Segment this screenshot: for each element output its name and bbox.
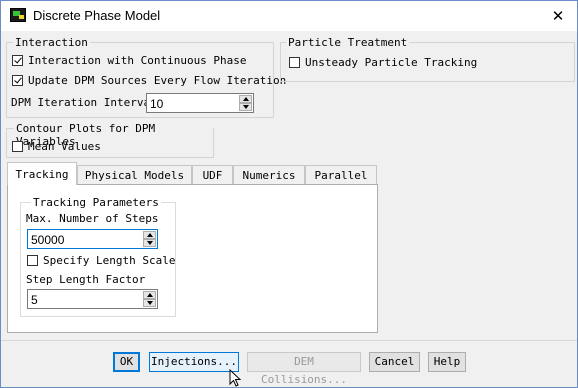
- max-steps-input[interactable]: 50000: [27, 229, 158, 249]
- max-steps-label: Max. Number of Steps: [26, 212, 159, 225]
- button-bar-separator: [1, 340, 577, 341]
- checkbox-label: Update DPM Sources Every Flow Iteration: [28, 74, 287, 87]
- particle-treatment-group-title: Particle Treatment: [286, 36, 410, 49]
- checkbox-label: Mean Values: [28, 140, 101, 153]
- checkbox-box[interactable]: [12, 141, 23, 152]
- window-title: Discrete Phase Model: [33, 8, 161, 23]
- tracking-tab-panel: Tracking Parameters Max. Number of Steps…: [7, 184, 378, 333]
- tab-udf[interactable]: UDF: [192, 165, 233, 184]
- dpm-iteration-interval-label: DPM Iteration Interval: [11, 96, 157, 109]
- spin-value: 5: [31, 293, 38, 307]
- cancel-button[interactable]: Cancel: [369, 352, 420, 372]
- unsteady-particle-tracking-checkbox[interactable]: Unsteady Particle Tracking: [289, 56, 477, 69]
- interaction-group-title: Interaction: [13, 36, 90, 49]
- checkbox-label: Interaction with Continuous Phase: [28, 54, 247, 67]
- injections-button[interactable]: Injections...: [149, 352, 239, 372]
- spin-up-icon[interactable]: [239, 95, 252, 103]
- spin-up-icon[interactable]: [143, 231, 156, 239]
- step-length-factor-input[interactable]: 5: [27, 289, 158, 309]
- checkbox-box[interactable]: [12, 75, 23, 86]
- fluent-app-icon: [10, 8, 26, 22]
- step-length-factor-label: Step Length Factor: [26, 273, 146, 286]
- mouse-pointer-icon: [229, 369, 242, 387]
- dpm-iteration-interval-input[interactable]: 10: [146, 93, 254, 113]
- update-dpm-sources-checkbox[interactable]: Update DPM Sources Every Flow Iteration: [12, 74, 286, 87]
- checkbox-box[interactable]: [289, 57, 300, 68]
- help-button[interactable]: Help: [428, 352, 466, 372]
- tab-parallel[interactable]: Parallel: [305, 165, 377, 184]
- spin-down-icon[interactable]: [143, 239, 156, 247]
- checkbox-box[interactable]: [12, 55, 23, 66]
- tracking-parameters-group-title: Tracking Parameters: [31, 196, 161, 209]
- checkbox-label: Specify Length Scale: [43, 254, 176, 267]
- checkbox-label: Unsteady Particle Tracking: [305, 56, 478, 69]
- spin-up-icon[interactable]: [143, 291, 156, 299]
- close-icon[interactable]: ✕: [545, 5, 571, 27]
- spin-down-icon[interactable]: [239, 103, 252, 111]
- spin-value: 50000: [31, 233, 65, 247]
- tab-tracking[interactable]: Tracking: [7, 162, 77, 185]
- spin-value: 10: [150, 97, 164, 111]
- mean-values-checkbox[interactable]: Mean Values: [12, 140, 101, 153]
- dialog-window: Discrete Phase Model ✕ Interaction Inter…: [0, 0, 578, 388]
- spin-down-icon[interactable]: [143, 299, 156, 307]
- specify-length-scale-checkbox[interactable]: Specify Length Scale: [27, 254, 175, 267]
- checkbox-box[interactable]: [27, 255, 38, 266]
- tab-physical-models[interactable]: Physical Models: [77, 165, 192, 184]
- dem-collisions-button[interactable]: DEM Collisions...: [247, 352, 361, 386]
- title-bar[interactable]: Discrete Phase Model ✕: [1, 1, 577, 31]
- ok-button[interactable]: OK: [113, 352, 140, 372]
- interaction-continuous-phase-checkbox[interactable]: Interaction with Continuous Phase: [12, 54, 247, 67]
- tab-numerics[interactable]: Numerics: [233, 165, 305, 184]
